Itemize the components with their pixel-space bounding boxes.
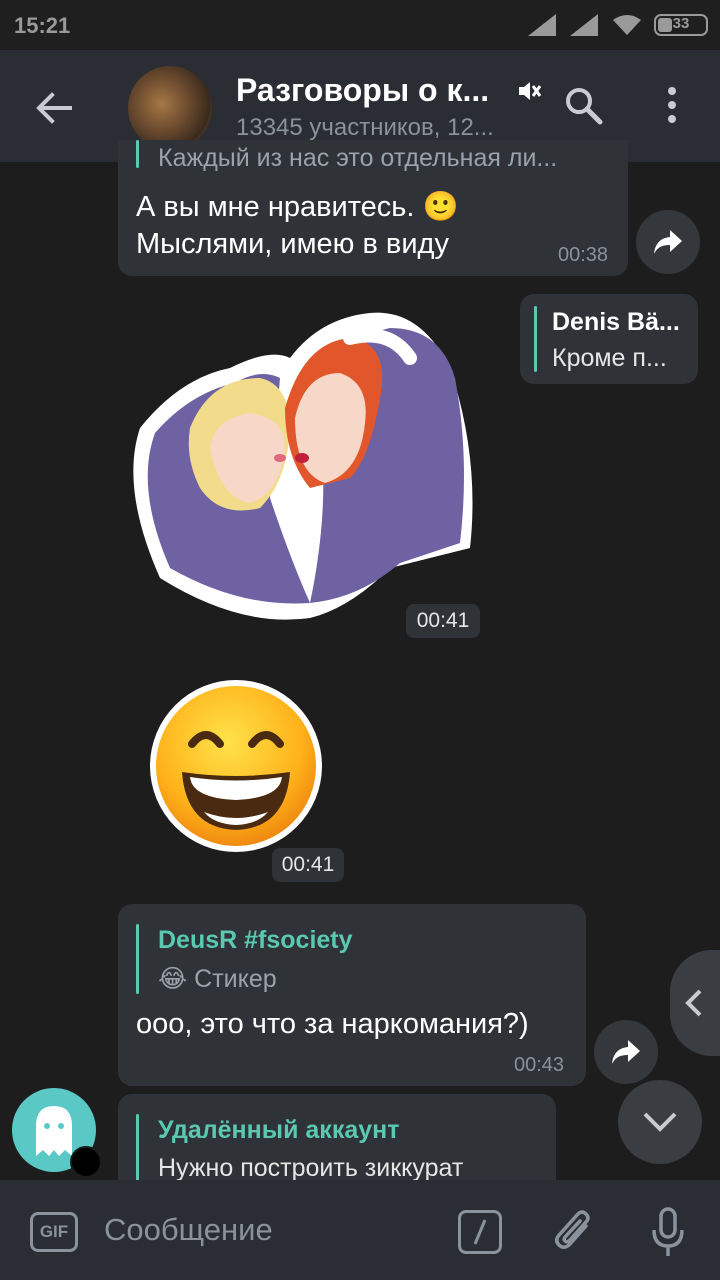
attach-icon[interactable] (552, 1206, 596, 1256)
message-time: 00:38 (558, 244, 609, 266)
chevron-left-icon (685, 989, 702, 1017)
message-text: Мыслями, имею в виду (136, 228, 449, 260)
online-badge (70, 1146, 102, 1178)
forward-button[interactable] (594, 1020, 658, 1084)
side-panel-tab[interactable] (670, 950, 720, 1056)
more-menu-icon[interactable] (660, 84, 684, 126)
quote-text: Кроме п... (552, 344, 667, 372)
mute-icon (519, 82, 542, 100)
sticker-time: 00:41 (272, 848, 344, 882)
scroll-down-button[interactable] (618, 1080, 702, 1164)
battery-icon: 33 (654, 14, 708, 36)
status-icons: 33 (528, 12, 708, 38)
sticker-time: 00:41 (406, 604, 480, 638)
quote-text: Нужно построить зиккурат (158, 1154, 464, 1180)
message-text: ооо, это что за наркомания?) (136, 1008, 529, 1040)
sticker-image[interactable] (120, 308, 480, 626)
grinning-emoji-sticker[interactable] (148, 678, 324, 854)
back-arrow-icon[interactable] (32, 86, 76, 130)
status-time: 15:21 (14, 13, 71, 38)
share-arrow-icon (612, 1040, 640, 1064)
quote-text: 😂 Стикер (158, 965, 277, 993)
wifi-icon (613, 15, 641, 35)
quote-author: Удалённый аккаунт (158, 1116, 400, 1144)
signal-icon (528, 14, 556, 36)
ghost-icon (36, 1106, 72, 1156)
share-arrow-icon (654, 230, 682, 254)
message-input[interactable]: Сообщение (104, 1212, 273, 1248)
status-bar: 15:21 33 (0, 0, 720, 50)
chevron-down-icon (643, 1112, 677, 1132)
forward-button[interactable] (636, 210, 700, 274)
chat-avatar[interactable] (128, 66, 212, 150)
gif-button[interactable]: GIF (30, 1212, 78, 1252)
microphone-icon[interactable] (650, 1206, 686, 1258)
message-text: А вы мне нравитесь. 🙂 (136, 191, 459, 223)
search-icon[interactable] (562, 84, 604, 126)
chat-subtitle: 13345 участников, 12... (236, 114, 494, 141)
quote-author: Denis Bä... (552, 308, 680, 336)
battery-level: 33 (672, 15, 690, 32)
bot-commands-button[interactable] (458, 1210, 502, 1254)
quote-text-cut: Каждый из нас это отдельная ли... (158, 144, 558, 172)
message-bubble[interactable]: Каждый из нас это отдельная ли... А вы м… (118, 140, 628, 276)
message-input-bar: GIF Сообщение (0, 1180, 720, 1280)
reply-bubble[interactable]: Denis Bä... Кроме п... (520, 294, 698, 384)
slash-icon (473, 1219, 487, 1245)
signal-icon-2 (570, 14, 598, 36)
message-bubble[interactable]: Удалённый аккаунт Нужно построить зиккур… (118, 1094, 556, 1180)
quote-author: DeusR #fsociety (158, 926, 353, 954)
message-bubble[interactable]: DeusR #fsociety 😂 Стикер ооо, это что за… (118, 904, 586, 1086)
chat-title[interactable]: Разговоры о к... (236, 72, 489, 109)
message-time: 00:43 (514, 1054, 565, 1076)
